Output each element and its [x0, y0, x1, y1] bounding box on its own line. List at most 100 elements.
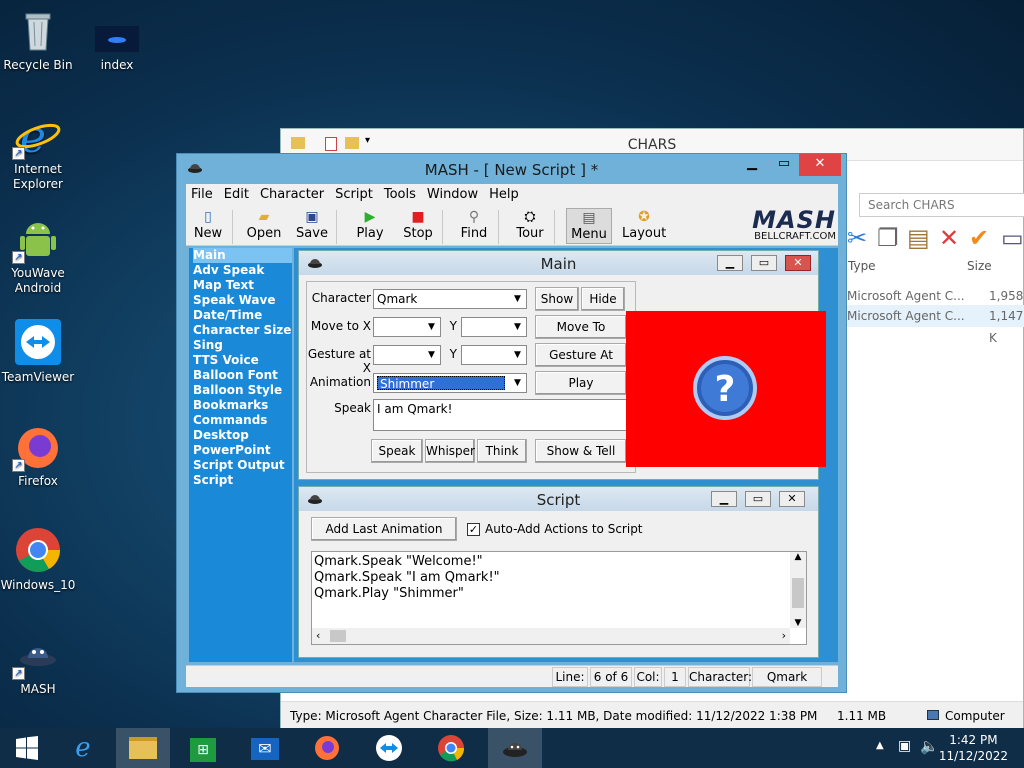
character-select[interactable]: Qmark ▼	[373, 289, 527, 309]
menu-script[interactable]: Script	[330, 184, 379, 202]
close-button[interactable]: ✕	[779, 491, 805, 507]
taskbar-file-explorer[interactable]	[116, 728, 170, 768]
save-button[interactable]: ▣ Save	[294, 208, 330, 244]
gesture-at-x-select[interactable]: ▼	[373, 345, 441, 365]
sidebar-item-character-size[interactable]: Character Size	[193, 323, 292, 338]
add-last-animation-button[interactable]: Add Last Animation	[311, 517, 457, 541]
whisper-button[interactable]: Whisper	[425, 439, 475, 463]
restore-button[interactable]: ▭	[751, 255, 777, 271]
desktop-icon-recycle-bin[interactable]: Recycle Bin	[0, 6, 76, 73]
sidebar-item-commands[interactable]: Commands	[193, 413, 292, 428]
scroll-down-icon[interactable]: ▼	[790, 618, 806, 628]
desktop-icon-index[interactable]: index	[79, 6, 155, 73]
system-clock[interactable]: 1:42 PM 11/12/2022	[939, 732, 1008, 764]
taskbar-teamviewer[interactable]	[362, 728, 416, 768]
sidebar-item-bookmarks[interactable]: Bookmarks	[193, 398, 292, 413]
auto-add-checkbox[interactable]: ✓	[467, 523, 480, 536]
think-button[interactable]: Think	[477, 439, 527, 463]
script-window-title-bar[interactable]: Script ▁ ▭ ✕	[299, 487, 818, 511]
move-to-y-select[interactable]: ▼	[461, 317, 527, 337]
show-button[interactable]: Show	[535, 287, 579, 311]
sidebar-item-sing[interactable]: Sing	[193, 338, 292, 353]
menu-help[interactable]: Help	[484, 184, 525, 202]
minimize-button[interactable]: ▁	[711, 491, 737, 507]
file-row[interactable]: Microsoft Agent C... 1,147 K	[841, 305, 1024, 345]
stop-button[interactable]: ■ Stop	[400, 208, 436, 244]
vertical-scrollbar[interactable]: ▲ ▼	[790, 552, 806, 628]
volume-icon[interactable]: 🔈	[920, 737, 939, 755]
sidebar-item-script-output[interactable]: Script Output	[193, 458, 292, 473]
mash-title-bar[interactable]: MASH - [ New Script ] * ▁ ▭ ✕	[177, 154, 846, 184]
horizontal-scrollbar[interactable]: ‹ ›	[312, 628, 790, 644]
menu-file[interactable]: File	[186, 184, 219, 202]
speak-button[interactable]: Speak	[371, 439, 423, 463]
gesture-at-button[interactable]: Gesture At	[535, 343, 627, 367]
main-window-title-bar[interactable]: Main ▁ ▭ ✕	[299, 251, 818, 275]
close-button[interactable]: ✕	[799, 154, 841, 176]
desktop-icon-youwave[interactable]: ↗ YouWave Android	[0, 214, 76, 296]
sidebar-item-main[interactable]: Main	[193, 248, 292, 263]
taskbar-internet-explorer[interactable]: e	[56, 728, 110, 768]
close-button[interactable]: ✕	[785, 255, 811, 271]
desktop-icon-internet-explorer[interactable]: e ↗ Internet Explorer	[0, 110, 76, 192]
hide-button[interactable]: Hide	[581, 287, 625, 311]
copy-icon[interactable]: ❐	[877, 221, 899, 255]
new-button[interactable]: ▯ New	[190, 208, 226, 244]
animation-select[interactable]: Shimmer ▼	[373, 373, 527, 393]
network-icon[interactable]: ▣	[898, 738, 911, 754]
desktop-icon-mash[interactable]: ↗ MASH	[0, 630, 76, 697]
layout-button[interactable]: ✪ Layout	[622, 208, 666, 244]
tray-show-hidden-icon[interactable]: ▲	[876, 740, 884, 751]
rename-icon[interactable]: ▭	[1001, 221, 1024, 255]
open-button[interactable]: ▰ Open	[244, 208, 284, 244]
menu-character[interactable]: Character	[255, 184, 330, 202]
scroll-up-icon[interactable]: ▲	[790, 552, 806, 562]
menu-button[interactable]: ▤ Menu	[566, 208, 612, 244]
sidebar-item-adv-speak[interactable]: Adv Speak	[193, 263, 292, 278]
desktop-icon-firefox[interactable]: ↗ Firefox	[0, 422, 76, 489]
delete-icon[interactable]: ✕	[939, 221, 959, 255]
taskbar-store[interactable]: ⊞	[176, 728, 230, 768]
speak-textarea[interactable]: I am Qmark!	[373, 399, 629, 431]
tour-button[interactable]: ⛭ Tour	[512, 208, 548, 244]
sidebar-item-desktop[interactable]: Desktop	[193, 428, 292, 443]
taskbar-mash[interactable]	[488, 728, 542, 768]
sidebar-item-balloon-style[interactable]: Balloon Style	[193, 383, 292, 398]
start-button[interactable]	[0, 728, 54, 768]
menu-window[interactable]: Window	[422, 184, 484, 202]
gesture-at-y-select[interactable]: ▼	[461, 345, 527, 365]
sidebar-item-date-time[interactable]: Date/Time	[193, 308, 292, 323]
taskbar-chrome[interactable]	[424, 728, 478, 768]
minimize-button[interactable]: ▁	[717, 255, 743, 271]
sidebar-item-balloon-font[interactable]: Balloon Font	[193, 368, 292, 383]
move-to-x-select[interactable]: ▼	[373, 317, 441, 337]
maximize-button[interactable]: ▭	[769, 154, 799, 176]
script-editor[interactable]: Qmark.Speak "Welcome!" Qmark.Speak "I am…	[311, 551, 807, 645]
checkmark-icon[interactable]: ✔	[969, 221, 989, 255]
desktop-icon-windows10[interactable]: Windows_10	[0, 526, 76, 593]
agent-character-preview[interactable]: ?	[626, 311, 826, 467]
sidebar-item-map-text[interactable]: Map Text	[193, 278, 292, 293]
paste-icon[interactable]: ▤	[907, 221, 930, 255]
restore-button[interactable]: ▭	[745, 491, 771, 507]
sidebar-item-tts-voice[interactable]: TTS Voice	[193, 353, 292, 368]
scroll-thumb[interactable]	[330, 630, 346, 642]
sidebar-item-script[interactable]: Script	[193, 473, 292, 488]
play-animation-button[interactable]: Play Animation	[535, 371, 627, 412]
scroll-right-icon[interactable]: ›	[782, 629, 786, 642]
sidebar-item-powerpoint[interactable]: PowerPoint	[193, 443, 292, 458]
taskbar-firefox[interactable]	[300, 728, 354, 768]
find-button[interactable]: ⚲ Find	[456, 208, 492, 244]
scroll-thumb[interactable]	[792, 578, 804, 608]
menu-tools[interactable]: Tools	[379, 184, 422, 202]
move-to-button[interactable]: Move To	[535, 315, 627, 339]
taskbar-mail[interactable]: ✉	[238, 728, 292, 768]
play-button[interactable]: ▶ Play	[352, 208, 388, 244]
show-tell-button[interactable]: Show & Tell	[535, 439, 627, 463]
column-header-size[interactable]: Size	[967, 259, 992, 273]
explorer-search-input[interactable]: Search CHARS	[859, 193, 1024, 217]
sidebar-item-speak-wave[interactable]: Speak Wave	[193, 293, 292, 308]
column-header-type[interactable]: Type	[848, 259, 876, 273]
menu-edit[interactable]: Edit	[219, 184, 255, 202]
minimize-button[interactable]: ▁	[737, 154, 767, 176]
